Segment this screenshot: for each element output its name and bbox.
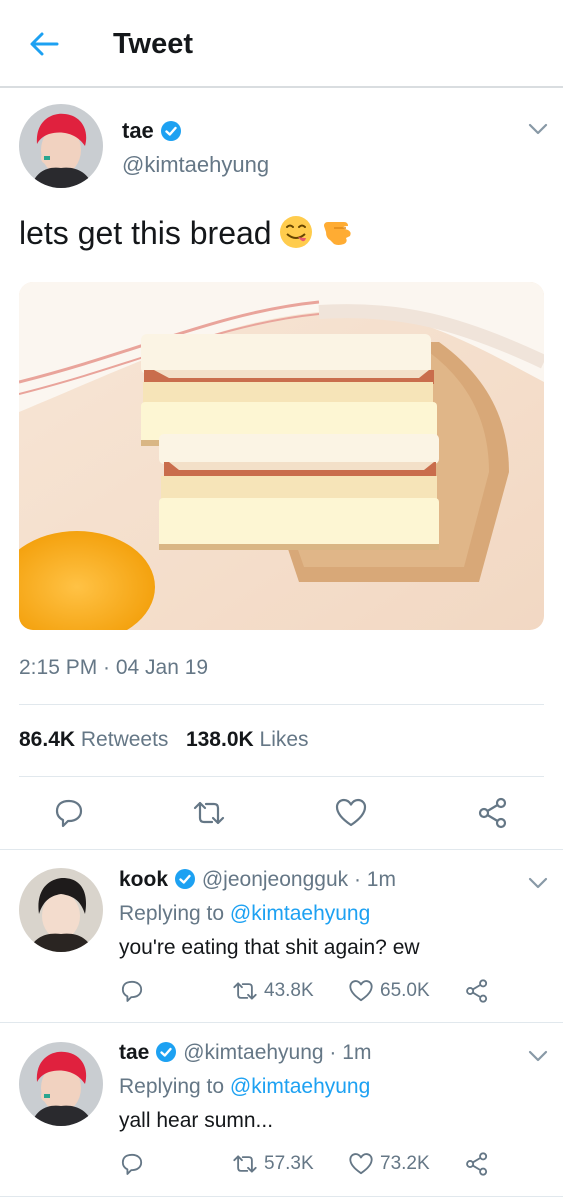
like-icon bbox=[349, 1153, 373, 1175]
reply-icon[interactable] bbox=[52, 796, 86, 830]
retweet-count: 57.3K bbox=[264, 1153, 314, 1174]
top-bar: Tweet bbox=[0, 0, 563, 88]
replying-to: Replying to @kimtaehyung bbox=[119, 902, 370, 926]
verified-icon bbox=[160, 120, 182, 142]
verified-icon bbox=[174, 868, 196, 890]
reply-time[interactable]: 1m bbox=[367, 868, 396, 891]
share-icon[interactable] bbox=[464, 1151, 490, 1177]
verified-icon bbox=[155, 1041, 177, 1063]
back-arrow-icon[interactable] bbox=[24, 24, 64, 64]
reply-time[interactable]: 1m bbox=[342, 1041, 371, 1064]
retweet-button[interactable]: 43.8K bbox=[232, 978, 314, 1004]
reply-icon[interactable] bbox=[119, 1151, 145, 1177]
like-icon[interactable] bbox=[334, 796, 368, 830]
retweet-icon bbox=[233, 1155, 257, 1173]
like-button[interactable]: 65.0K bbox=[348, 978, 430, 1004]
retweet-icon[interactable] bbox=[192, 796, 226, 830]
like-icon bbox=[349, 980, 373, 1002]
reply-author-handle[interactable]: @jeonjeongguk bbox=[202, 868, 348, 891]
tweet-text-label: lets get this bread bbox=[19, 215, 272, 251]
author-handle[interactable]: @kimtaehyung bbox=[122, 152, 269, 178]
like-button[interactable]: 73.2K bbox=[348, 1151, 430, 1177]
avatar[interactable] bbox=[19, 1042, 103, 1126]
chevron-down-icon[interactable] bbox=[527, 122, 549, 136]
reply-author-handle[interactable]: @kimtaehyung bbox=[183, 1041, 323, 1064]
divider bbox=[0, 1022, 563, 1023]
likes-label[interactable]: Likes bbox=[260, 728, 309, 751]
reply-text: yall hear sumn... bbox=[119, 1109, 274, 1132]
reply-author-name[interactable]: tae bbox=[119, 1041, 149, 1064]
divider bbox=[0, 1196, 563, 1197]
reply-icon[interactable] bbox=[119, 978, 145, 1004]
share-icon[interactable] bbox=[476, 796, 510, 830]
likes-count[interactable]: 138.0K bbox=[186, 728, 254, 751]
retweet-button[interactable]: 57.3K bbox=[232, 1151, 314, 1177]
tweet-timestamp[interactable]: 2:15 PM · 04 Jan 19 bbox=[19, 656, 208, 680]
reply-header: kook @jeonjeongguk · 1m bbox=[119, 868, 396, 891]
reply-header: tae @kimtaehyung · 1m bbox=[119, 1041, 372, 1064]
avatar[interactable] bbox=[19, 868, 103, 952]
replying-to-link[interactable]: @kimtaehyung bbox=[230, 902, 370, 925]
yum-face-emoji-icon bbox=[278, 214, 314, 250]
author-name-label[interactable]: tae bbox=[122, 118, 154, 143]
share-icon[interactable] bbox=[464, 978, 490, 1004]
retweets-count[interactable]: 86.4K bbox=[19, 728, 75, 751]
like-count: 65.0K bbox=[380, 980, 430, 1001]
reply-text: you're eating that shit again? ew bbox=[119, 936, 420, 959]
replying-to: Replying to @kimtaehyung bbox=[119, 1075, 370, 1099]
like-count: 73.2K bbox=[380, 1153, 430, 1174]
author-name[interactable]: tae bbox=[122, 118, 182, 144]
retweet-count: 43.8K bbox=[264, 980, 314, 1001]
divider bbox=[19, 776, 544, 777]
replying-to-link[interactable]: @kimtaehyung bbox=[230, 1075, 370, 1098]
divider bbox=[19, 704, 544, 705]
page-title: Tweet bbox=[113, 28, 194, 60]
reply-author-name[interactable]: kook bbox=[119, 868, 168, 891]
divider bbox=[0, 849, 563, 850]
replying-to-prefix: Replying to bbox=[119, 902, 225, 925]
tweet-text: lets get this bread bbox=[19, 214, 356, 252]
chevron-down-icon[interactable] bbox=[527, 1049, 549, 1063]
tweet-stats: 86.4K Retweets 138.0K Likes bbox=[19, 728, 309, 752]
retweets-label[interactable]: Retweets bbox=[81, 728, 169, 751]
replying-to-prefix: Replying to bbox=[119, 1075, 225, 1098]
avatar[interactable] bbox=[19, 104, 103, 188]
retweet-icon bbox=[233, 982, 257, 1000]
tweet-photo[interactable] bbox=[19, 282, 544, 630]
chevron-down-icon[interactable] bbox=[527, 876, 549, 890]
pointing-hand-emoji-icon bbox=[320, 214, 356, 250]
